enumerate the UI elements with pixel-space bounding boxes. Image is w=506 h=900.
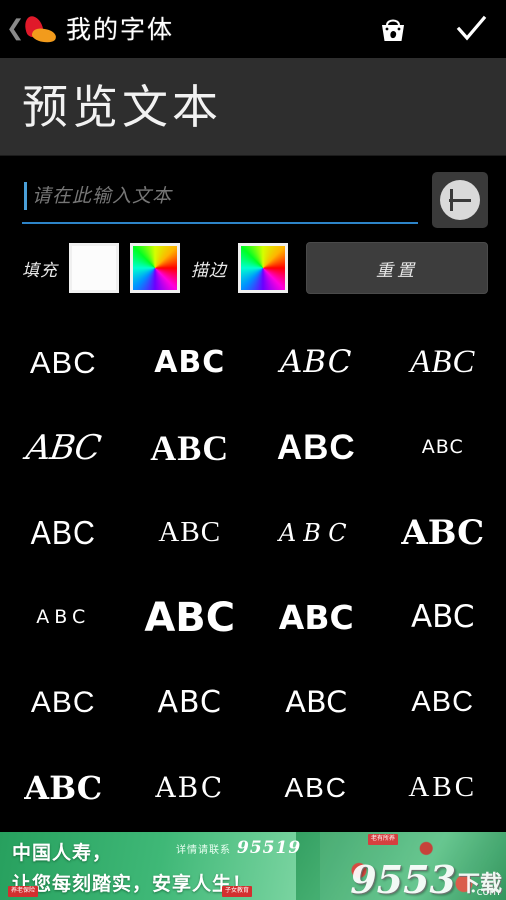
font-row: ABC ABC ABC ABC xyxy=(0,490,506,575)
ad-contact-label: 详情请联系 xyxy=(176,845,231,856)
font-sample-cell[interactable]: ABC xyxy=(127,405,254,490)
font-sample-cell[interactable]: ABC xyxy=(253,320,380,405)
ad-banner[interactable]: 中国人寿， 让您每刻踏实，安享人生！ 详情请联系 95519 老有所养 养老保险… xyxy=(0,832,506,900)
petal-logo-icon xyxy=(22,13,58,44)
back-chevron-icon[interactable]: ❮ xyxy=(6,18,24,40)
font-sample-cell[interactable]: ABC xyxy=(253,575,380,660)
font-row: ABC ABC ABC ABC xyxy=(0,320,506,405)
font-sample-cell[interactable]: ABC xyxy=(380,490,506,575)
site-watermark: 9553 下载 •com xyxy=(350,856,502,900)
font-row: ABC ABC ABC ABC xyxy=(0,575,506,660)
text-input-wrapper xyxy=(22,176,418,224)
font-sample-cell[interactable]: ABC xyxy=(5,490,121,575)
font-sample-cell[interactable]: ABC xyxy=(253,490,380,575)
ad-tag: 养老保险 xyxy=(8,886,39,897)
ad-contact: 详情请联系 95519 xyxy=(176,838,301,858)
font-sample-cell[interactable]: ABC xyxy=(253,745,380,814)
text-input-row xyxy=(0,156,506,236)
font-sample-cell[interactable]: ABC xyxy=(380,575,506,660)
stroke-label: 描边 xyxy=(191,260,227,281)
app-bar-actions xyxy=(376,12,488,46)
font-sample-cell[interactable]: ABC xyxy=(0,745,127,814)
preview-text-band: 预览文本 xyxy=(0,58,506,156)
page-title: 我的字体 xyxy=(66,14,175,44)
shopping-basket-icon[interactable] xyxy=(376,12,410,46)
fill-gradient-swatch[interactable] xyxy=(130,243,180,293)
font-sample-cell[interactable]: ABC xyxy=(127,745,254,814)
fill-label: 填充 xyxy=(22,260,58,281)
font-sample-cell[interactable]: ABC xyxy=(380,745,506,814)
font-sample-cell[interactable]: ABC xyxy=(0,405,132,490)
text-caret xyxy=(24,182,27,210)
font-row: ABC ABC ABC ABC xyxy=(0,745,506,814)
preview-text-title: 预览文本 xyxy=(22,79,222,134)
font-sample-cell[interactable]: ABC xyxy=(380,320,506,405)
watermark-number: 9553 xyxy=(350,856,456,900)
font-sample-cell[interactable]: ABC xyxy=(0,660,127,745)
font-sample-cell[interactable]: ABC xyxy=(0,320,127,405)
font-row: ABC ABC ABC ABC xyxy=(0,405,506,490)
confirm-check-icon[interactable] xyxy=(454,12,488,46)
watermark-domain: •com xyxy=(470,885,500,898)
font-sample-grid: ABC ABC ABC ABC ABC ABC ABC ABC ABC ABC … xyxy=(0,306,506,814)
font-sample-cell[interactable]: ABC xyxy=(127,320,254,405)
app-bar: ❮ 我的字体 xyxy=(0,0,506,58)
font-sample-cell[interactable]: ABC xyxy=(0,575,127,660)
ad-headline-line2: 让您每刻踏实，安享人生！ xyxy=(12,873,253,895)
font-sample-cell[interactable]: ABC xyxy=(380,405,506,490)
logo-petal-orange xyxy=(31,27,57,44)
font-sample-cell[interactable]: ABC xyxy=(127,490,254,575)
font-sample-cell[interactable]: ABC xyxy=(250,660,382,745)
font-sample-cell[interactable]: ABC xyxy=(253,405,380,490)
reset-button-label: 重置 xyxy=(376,260,418,281)
fill-color-swatch[interactable] xyxy=(69,243,119,293)
ad-tag: 子女教育 xyxy=(222,886,253,897)
color-options-row: 填充 描边 重置 xyxy=(0,236,506,306)
font-sample-cell[interactable]: ABC xyxy=(380,660,506,745)
reset-button[interactable]: 重置 xyxy=(306,242,488,294)
add-text-button[interactable] xyxy=(432,172,488,228)
font-row: ABC ABC ABC ABC xyxy=(0,660,506,745)
font-sample-cell[interactable]: ABC xyxy=(127,575,254,660)
font-sample-cell[interactable]: ABC xyxy=(127,660,254,745)
ad-contact-number: 95519 xyxy=(237,838,302,858)
plus-circle-icon xyxy=(440,180,480,220)
preview-text-input[interactable] xyxy=(22,176,418,224)
stroke-gradient-swatch[interactable] xyxy=(238,243,288,293)
